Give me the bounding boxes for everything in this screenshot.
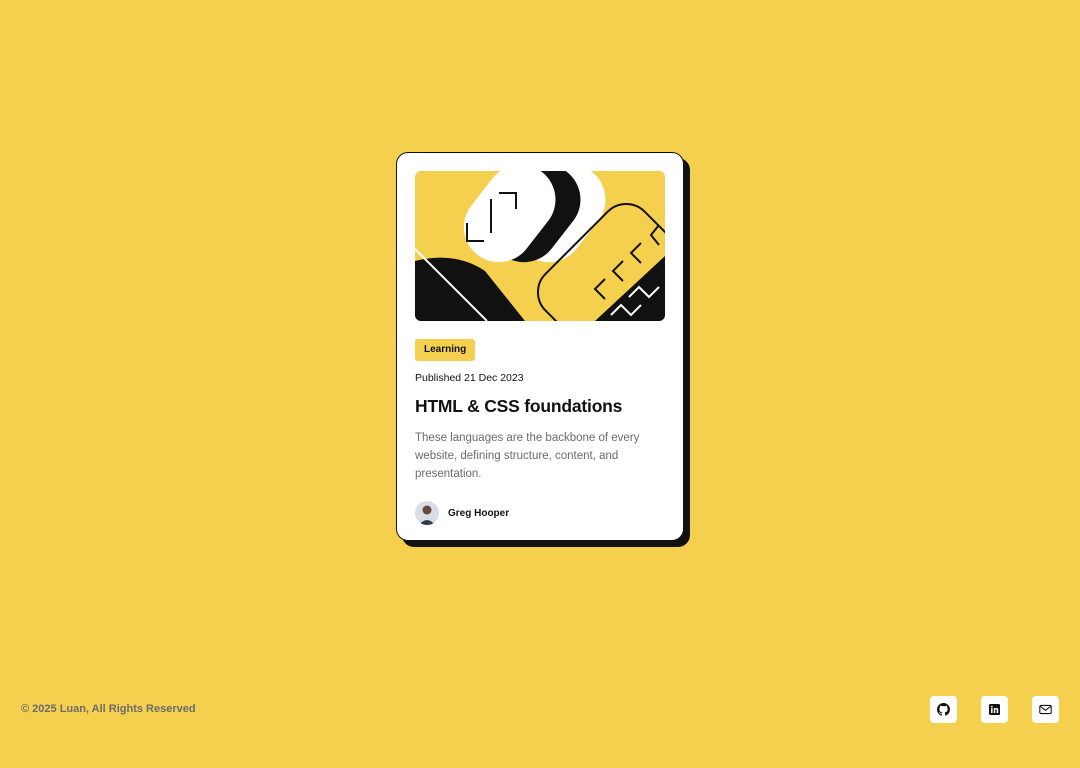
card-description: These languages are the backbone of ever… xyxy=(415,432,640,480)
github-icon xyxy=(937,703,950,716)
linkedin-link[interactable] xyxy=(981,696,1008,723)
github-link[interactable] xyxy=(930,696,957,723)
mail-link[interactable] xyxy=(1032,696,1059,723)
published-date: Published 21 Dec 2023 xyxy=(415,372,524,384)
blog-preview-card: Learning Published 21 Dec 2023 HTML & CS… xyxy=(396,152,684,541)
card-title[interactable]: HTML & CSS foundations xyxy=(415,396,665,417)
author-avatar xyxy=(415,501,439,525)
author-name[interactable]: Greg Hooper xyxy=(448,508,509,519)
mail-icon xyxy=(1039,704,1052,715)
category-tag[interactable]: Learning xyxy=(415,339,476,361)
linkedin-icon xyxy=(989,704,1000,715)
copyright-text: © 2025 Luan, All Rights Reserved xyxy=(21,703,196,715)
author: Greg Hooper xyxy=(415,501,665,525)
hero-illustration xyxy=(415,171,665,321)
